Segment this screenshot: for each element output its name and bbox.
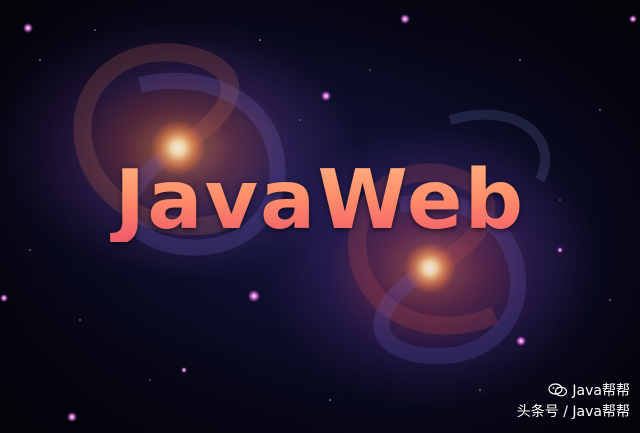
watermark: Java帮帮 头条号 / Java帮帮 xyxy=(480,381,630,421)
hero-title: JavaWeb xyxy=(0,160,640,242)
watermark-source: 头条号 / Java帮帮 xyxy=(516,404,630,420)
watermark-account-row: Java帮帮 xyxy=(480,381,630,399)
wechat-icon xyxy=(548,383,568,397)
galaxy-background: JavaWeb Java帮帮 头条号 / Java帮帮 xyxy=(0,0,640,433)
watermark-account: Java帮帮 xyxy=(572,383,630,399)
